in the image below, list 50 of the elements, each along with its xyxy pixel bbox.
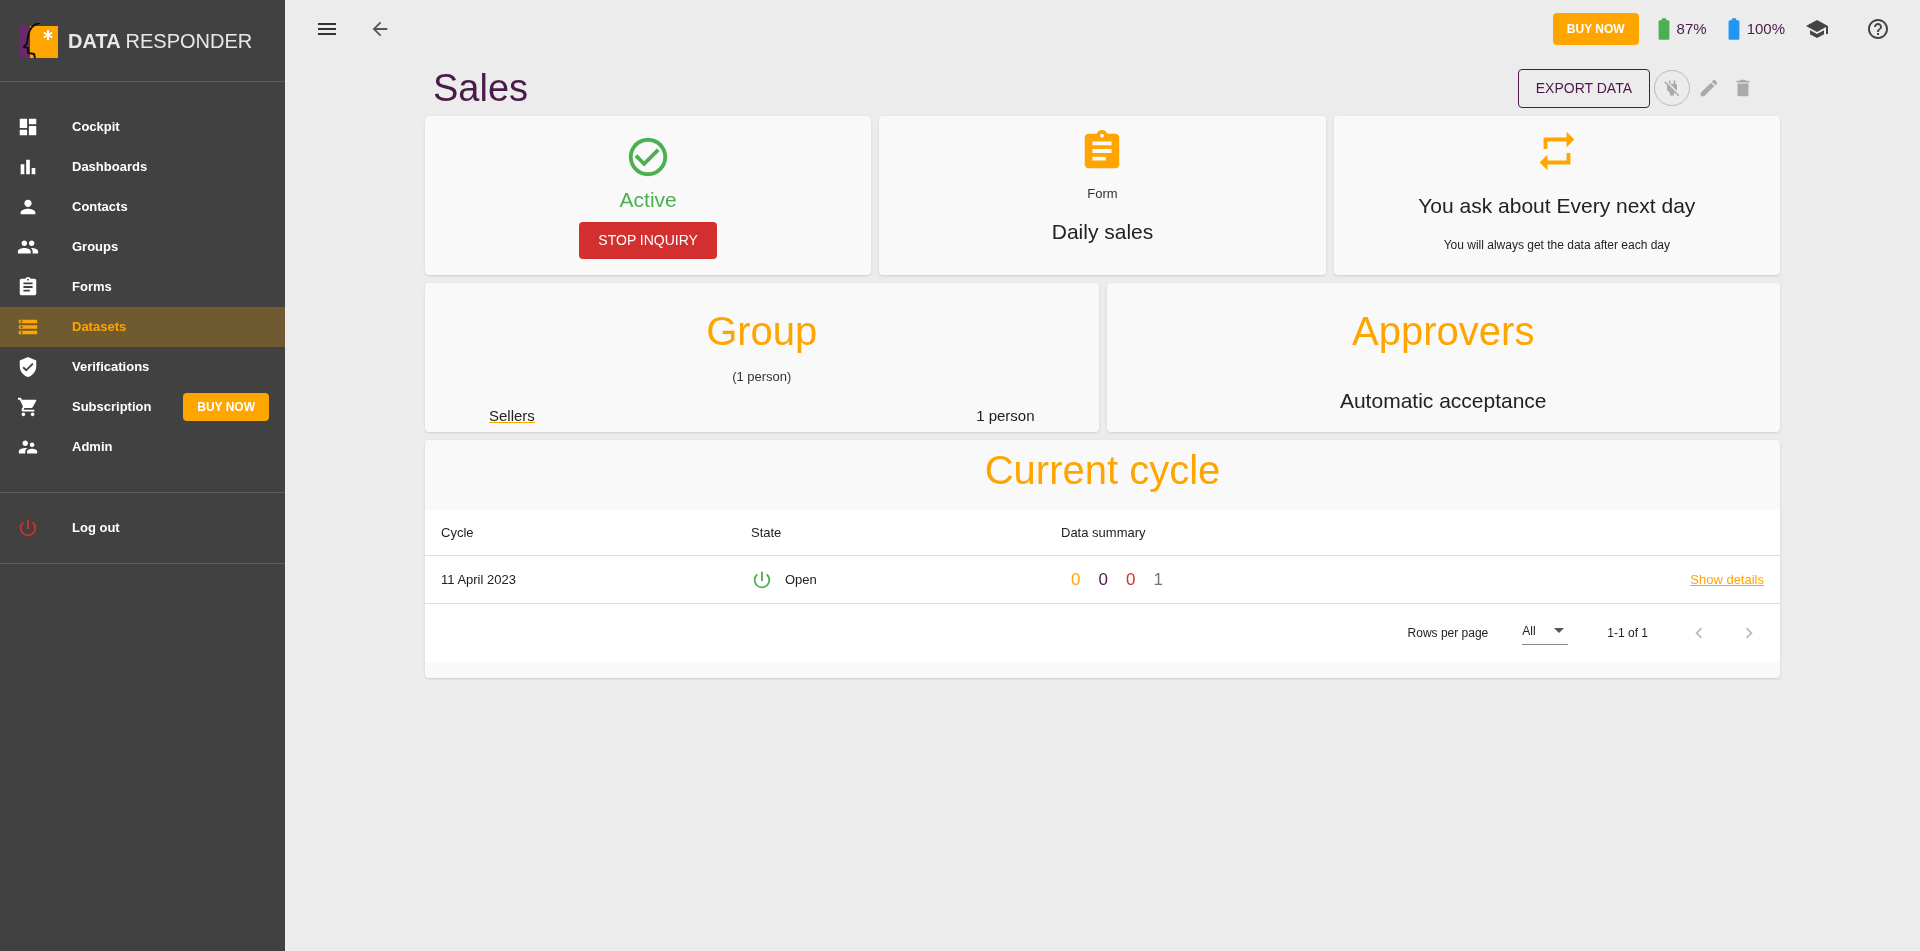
group-title: Group (706, 308, 818, 355)
page-title: Sales (433, 65, 530, 111)
rows-per-page-label: Rows per page (1407, 625, 1489, 642)
sidebar-item[interactable]: Subscription BUY NOW (0, 387, 285, 427)
dropdown-caret-icon (1554, 628, 1565, 633)
status-text: Active (619, 187, 677, 213)
pagination-range: 1-1 of 1 (1607, 625, 1648, 642)
rows-per-page-select[interactable]: All (1522, 621, 1569, 645)
graduation-cap-icon[interactable] (1805, 17, 1829, 41)
table-cell-text: Open (785, 570, 817, 589)
shield-check-icon (17, 356, 39, 378)
sidebar-item[interactable]: Admin (0, 427, 285, 467)
column-header: State (751, 523, 783, 542)
export-data-button[interactable]: EXPORT DATA (1517, 68, 1650, 108)
logout-item[interactable]: Log out (0, 508, 285, 548)
edit-icon[interactable] (1698, 77, 1720, 99)
group-count: (1 person) (732, 368, 792, 386)
summary-count: 0 (1071, 568, 1081, 591)
sidebar-item[interactable]: Forms (0, 267, 285, 307)
stop-inquiry-button[interactable]: STOP INQUIRY (579, 221, 717, 259)
cart-icon (17, 396, 39, 418)
sidebar-item[interactable]: Dashboards (0, 147, 285, 187)
logo-text-bold: DATA (68, 28, 121, 54)
sidebar-item[interactable]: Groups (0, 227, 285, 267)
logo-icon (20, 22, 60, 59)
dashboard-icon (17, 116, 39, 138)
logo-text-light: RESPONDER (125, 28, 253, 54)
summary-count: 1 (1153, 568, 1163, 591)
approvers-title: Approvers (1352, 308, 1535, 355)
form-label: Form (1087, 185, 1118, 203)
power-icon (17, 517, 39, 539)
sidebar-item[interactable]: Contacts (0, 187, 285, 227)
cycle-title: Current cycle (984, 447, 1221, 494)
approvers-value: Automatic acceptance (1339, 388, 1547, 414)
battery-level: 87% (1676, 18, 1707, 39)
sidebar-item[interactable]: Cockpit (0, 107, 285, 147)
form-name: Daily sales (1051, 218, 1154, 245)
clipboard-icon (17, 276, 39, 298)
group-link[interactable]: Sellers (489, 404, 535, 427)
help-icon[interactable] (1866, 17, 1890, 41)
group-member-count: 1 person (976, 405, 1035, 426)
sidebar-item[interactable]: Verifications (0, 347, 285, 387)
summary-count: 0 (1098, 568, 1108, 591)
summary-count: 0 (1125, 568, 1136, 591)
table-cell-text: 11 April 2023 (441, 570, 517, 589)
battery-level: 100% (1746, 18, 1785, 39)
column-header: Data summary (1061, 523, 1147, 542)
schedule-subtitle: You will always get the data after each day (1443, 236, 1670, 254)
column-header: Cycle (441, 523, 475, 542)
schedule-title: You ask about Every next day (1418, 193, 1696, 219)
